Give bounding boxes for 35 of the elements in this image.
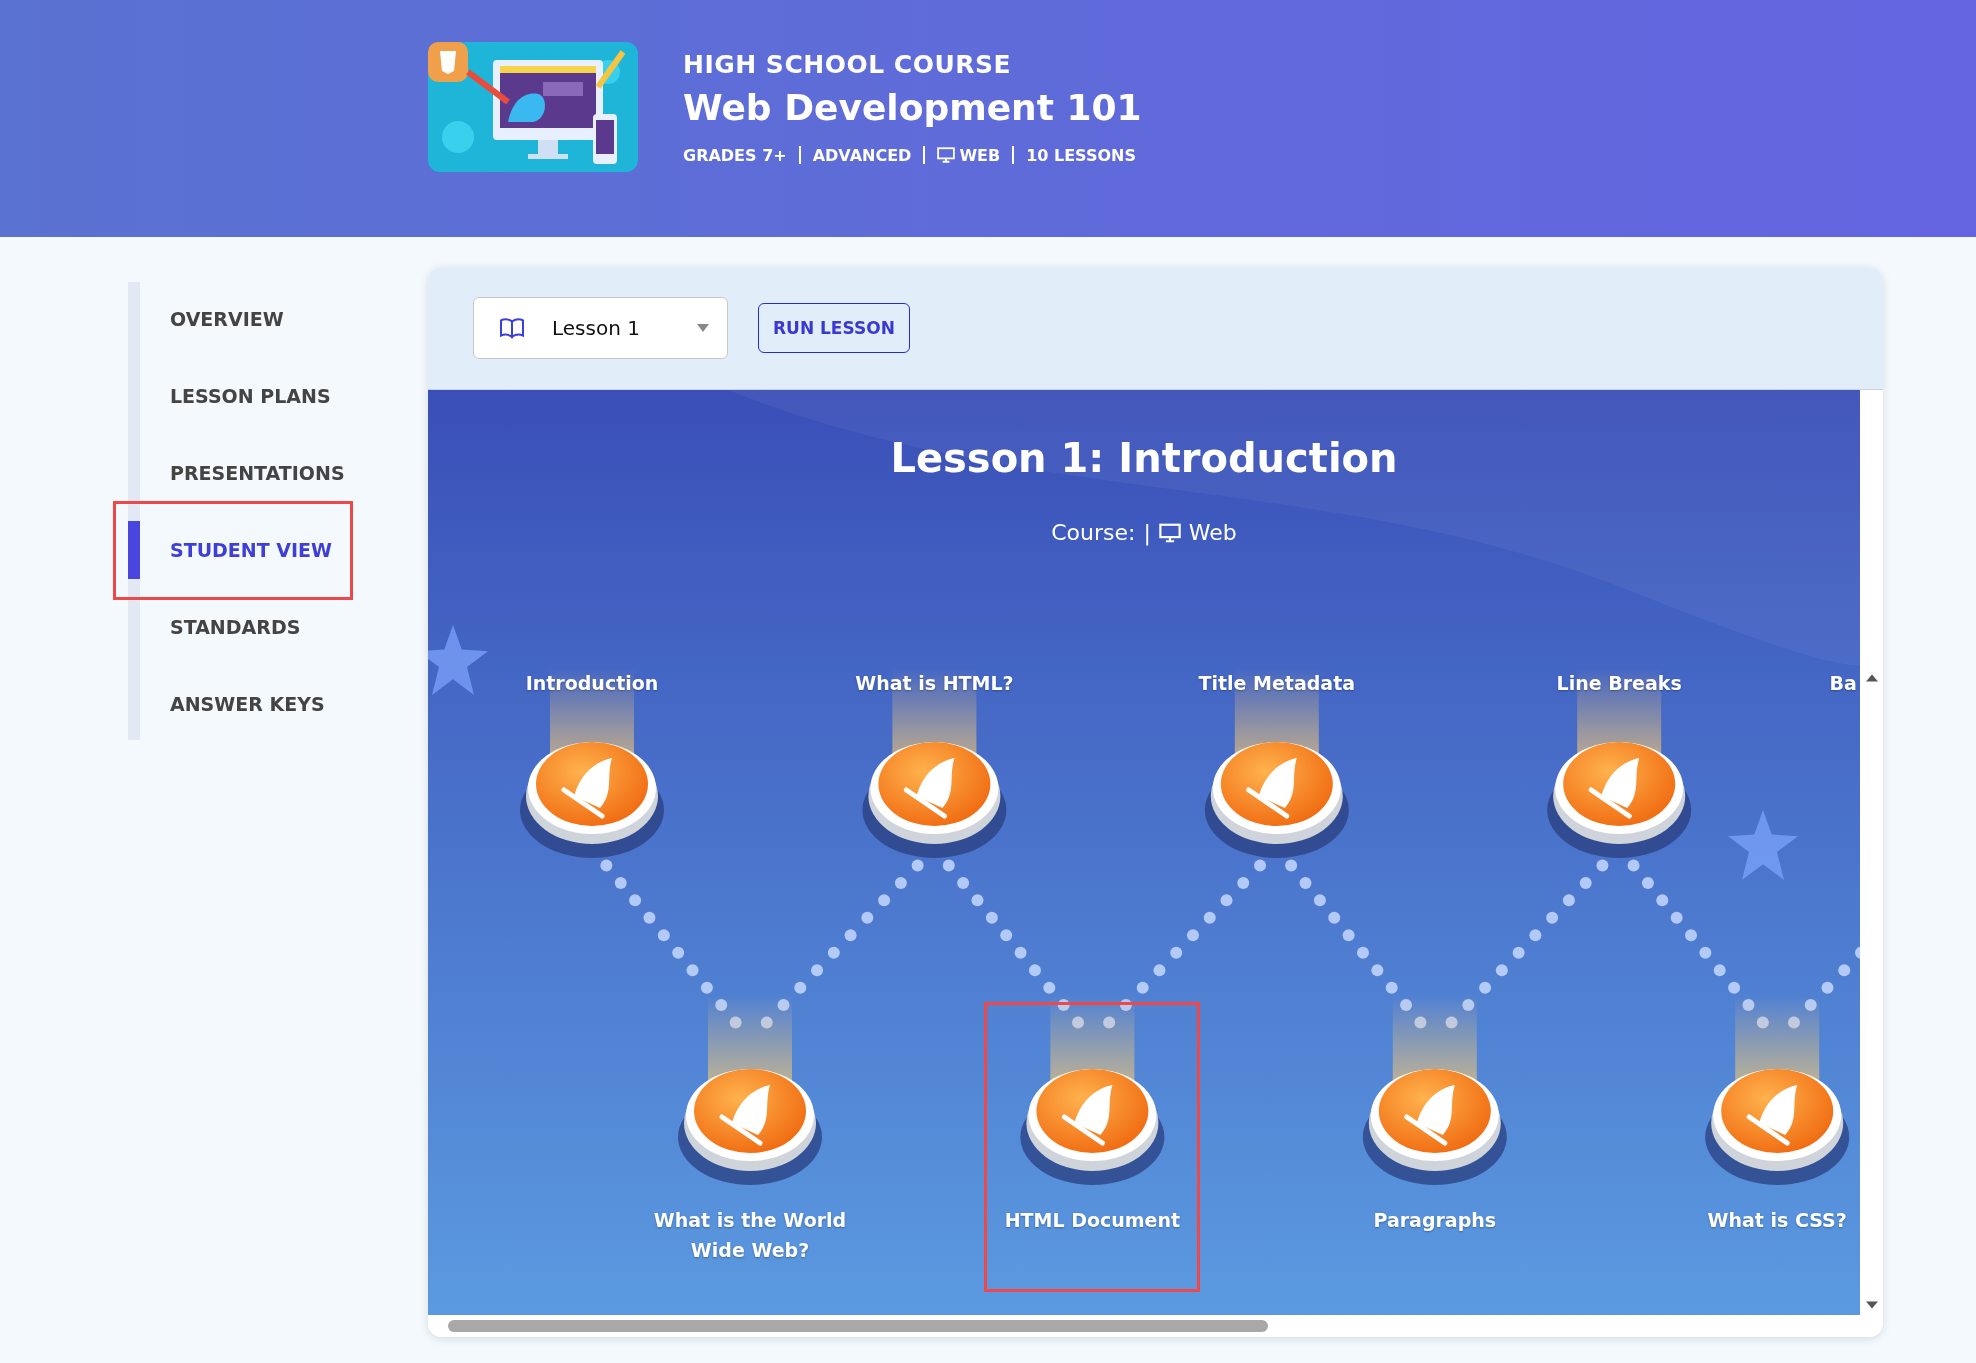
lesson-step-link[interactable]: What is HTML? xyxy=(855,668,1014,698)
lesson-title: Lesson 1: Introduction xyxy=(889,435,1399,481)
monitor-icon xyxy=(1158,522,1181,543)
lesson-step-link[interactable]: Line Breaks xyxy=(1556,668,1682,698)
course-level: HIGH SCHOOL COURSE xyxy=(683,49,1013,79)
scroll-down-icon[interactable] xyxy=(1865,1301,1878,1309)
course-label: Course: xyxy=(1051,520,1136,545)
lesson-dropdown[interactable]: Lesson 1 xyxy=(473,297,728,359)
sidebar-item[interactable]: ANSWER KEYS xyxy=(128,675,418,752)
lesson-step-link[interactable]: What is the World Wide Web? xyxy=(630,1205,870,1265)
sidebar-item[interactable]: STANDARDS xyxy=(128,598,418,675)
lesson-step-link[interactable]: Ba xyxy=(1829,668,1857,698)
course-meta: GRADES 7+ xyxy=(683,145,787,165)
lesson-step-link[interactable]: What is CSS? xyxy=(1707,1205,1847,1235)
lesson-step-link[interactable]: Title Metadata xyxy=(1198,668,1356,698)
book-icon xyxy=(498,317,526,339)
monitor-icon xyxy=(937,147,956,163)
star-icon xyxy=(428,625,488,695)
star-icon xyxy=(1728,810,1798,880)
course-title: Web Development 101 xyxy=(683,86,1142,128)
sidebar-item[interactable]: OVERVIEW xyxy=(128,290,418,367)
caret-icon xyxy=(697,324,709,332)
course-meta: 10 LESSONS xyxy=(1026,145,1136,165)
sidebar-item[interactable]: PRESENTATIONS xyxy=(128,444,418,521)
course-meta: WEB xyxy=(959,145,1001,165)
lesson-step-link[interactable]: Introduction xyxy=(525,668,659,698)
horizontal-scrollbar[interactable] xyxy=(428,1315,1883,1337)
course-meta: ADVANCED xyxy=(812,145,912,165)
course-value: Web xyxy=(1188,520,1237,545)
scroll-up-icon[interactable] xyxy=(1865,674,1878,682)
lesson-step-link[interactable]: HTML Document xyxy=(1004,1205,1181,1235)
separator: | xyxy=(1143,520,1151,545)
sidebar-item[interactable]: LESSON PLANS xyxy=(128,367,418,444)
run-lesson-button[interactable]: RUN LESSON xyxy=(758,303,910,353)
lesson-step-link[interactable]: Paragraphs xyxy=(1373,1205,1497,1235)
